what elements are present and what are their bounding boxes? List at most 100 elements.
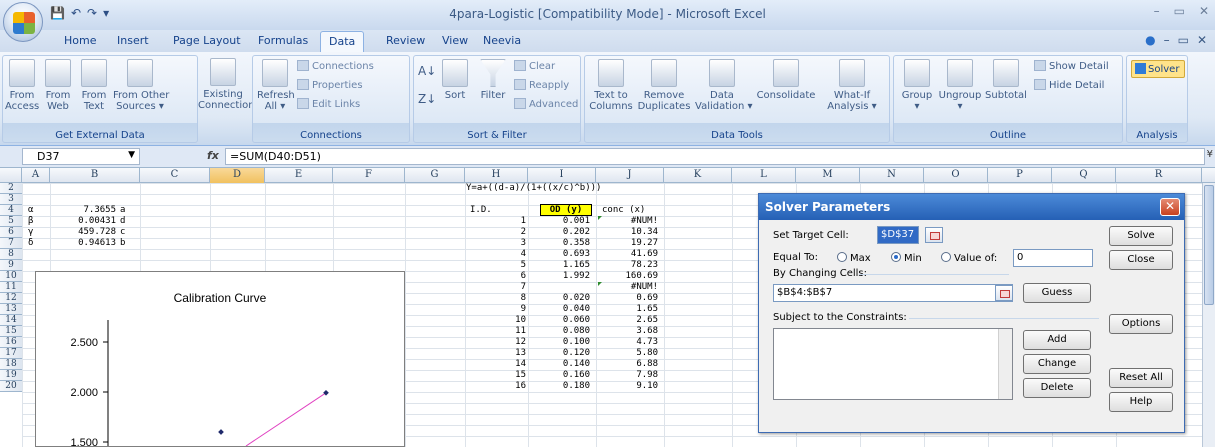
scrollbar-thumb[interactable] [1204,185,1214,305]
param-name-c[interactable]: c [120,227,125,238]
column-header-g[interactable]: G [405,168,465,183]
table-cell-id[interactable]: 1 [492,216,526,227]
solver-button[interactable]: Solver [1131,60,1185,78]
what-if-analysis-button[interactable]: What-If Analysis ▾ [821,59,883,112]
tab-formulas[interactable]: Formulas [258,34,308,47]
table-cell-id[interactable]: 6 [492,271,526,282]
table-cell-conc[interactable]: 78.23 [598,260,658,271]
text-to-columns-button[interactable]: Text to Columns [589,59,633,112]
column-header-d[interactable]: D [210,168,265,183]
table-cell-conc[interactable]: 0.69 [598,293,658,304]
restore-icon[interactable]: ▭ [1174,4,1185,18]
column-header-r[interactable]: R [1116,168,1202,183]
row-header[interactable]: 13 [0,304,22,315]
collapse-dialog-icon[interactable] [995,285,1013,301]
column-header-q[interactable]: Q [1052,168,1116,183]
row-header[interactable]: 11 [0,282,22,293]
column-header-e[interactable]: E [265,168,333,183]
max-radio[interactable]: Max [837,252,871,264]
table-cell-od[interactable]: 1.165 [542,260,590,271]
table-cell-id[interactable]: 9 [492,304,526,315]
subtotal-button[interactable]: Subtotal [984,59,1028,101]
advanced-button[interactable]: Advanced [514,98,578,110]
param-value-d[interactable]: 0.00431 [52,216,116,227]
collapse-dialog-icon[interactable] [925,227,943,243]
options-button[interactable]: Options [1109,314,1173,334]
header-conc-cell[interactable]: conc (x) [602,205,645,216]
table-cell-od[interactable]: 0.060 [542,315,590,326]
group-button[interactable]: Group ▾ [898,59,936,112]
existing-connections-button[interactable]: Existing Connections [198,58,260,111]
table-cell-od[interactable]: 0.160 [542,370,590,381]
table-cell-od[interactable]: 0.358 [542,238,590,249]
table-cell-conc[interactable]: 4.73 [598,337,658,348]
table-cell-conc[interactable]: #NUM! [598,282,658,293]
table-cell-conc[interactable]: 6.88 [598,359,658,370]
table-cell-conc[interactable]: 160.69 [598,271,658,282]
chevron-down-icon[interactable]: ▼ [128,150,135,160]
param-symbol-alpha[interactable]: α [28,205,33,216]
row-header[interactable]: 16 [0,337,22,348]
row-header[interactable]: 10 [0,271,22,282]
from-text-button[interactable]: From Text [77,59,111,112]
sort-az-icon[interactable]: A↓ [418,64,436,78]
column-header-n[interactable]: N [860,168,924,183]
show-detail-button[interactable]: Show Detail [1034,60,1109,72]
from-web-button[interactable]: From Web [41,59,75,112]
sort-za-icon[interactable]: Z↓ [418,92,436,106]
dialog-close-text-button[interactable]: Close [1109,250,1173,270]
formula-note-cell[interactable]: Y=a+((d-a)/(1+((x/c)^b))) [466,183,601,194]
table-cell-id[interactable]: 7 [492,282,526,293]
table-cell-conc[interactable]: 5.80 [598,348,658,359]
table-cell-id[interactable]: 8 [492,293,526,304]
clear-button[interactable]: Clear [514,60,555,72]
close-icon[interactable]: ✕ [1199,4,1209,18]
dialog-close-button[interactable]: ✕ [1160,198,1180,216]
value-of-radio[interactable]: Value of: [941,252,997,264]
row-header[interactable]: 2 [0,183,22,194]
ungroup-button[interactable]: Ungroup ▾ [938,59,982,112]
table-cell-id[interactable]: 4 [492,249,526,260]
param-value-a[interactable]: 7.3655 [52,205,116,216]
table-cell-id[interactable]: 3 [492,238,526,249]
table-cell-od[interactable]: 0.100 [542,337,590,348]
row-header[interactable]: 9 [0,260,22,271]
delete-button[interactable]: Delete [1023,378,1091,398]
constraints-scrollbar[interactable] [998,329,1012,399]
column-header-k[interactable]: K [664,168,732,183]
table-cell-od[interactable]: 0.020 [542,293,590,304]
row-header[interactable]: 4 [0,205,22,216]
table-cell-conc[interactable]: 1.65 [598,304,658,315]
column-header-o[interactable]: O [924,168,988,183]
table-cell-id[interactable]: 15 [492,370,526,381]
table-cell-id[interactable]: 12 [492,337,526,348]
set-target-cell-input[interactable]: $D$37 [877,226,919,244]
table-cell-od[interactable]: 0.040 [542,304,590,315]
row-header[interactable]: 8 [0,249,22,260]
connections-button[interactable]: Connections [297,60,374,72]
param-name-d[interactable]: d [120,216,125,227]
row-header[interactable]: 6 [0,227,22,238]
calibration-chart[interactable]: Calibration Curve 2.500 2.000 1.500 [35,271,405,447]
table-cell-od[interactable]: 1.992 [542,271,590,282]
row-header[interactable]: 19 [0,370,22,381]
add-button[interactable]: Add [1023,330,1091,350]
min-radio[interactable]: Min [891,252,922,264]
constraints-list[interactable] [773,328,1013,400]
value-of-input[interactable]: 0 [1013,249,1093,267]
consolidate-button[interactable]: Consolidate [755,59,817,101]
table-cell-id[interactable]: 11 [492,326,526,337]
table-cell-od[interactable]: 0.693 [542,249,590,260]
tab-insert[interactable]: Insert [117,34,149,47]
table-cell-conc[interactable]: 2.65 [598,315,658,326]
row-header[interactable]: 3 [0,194,22,205]
column-header-c[interactable]: C [140,168,210,183]
param-name-a[interactable]: a [120,205,125,216]
column-header-i[interactable]: I [528,168,596,183]
tab-review[interactable]: Review [386,34,425,47]
vertical-scrollbar[interactable] [1202,183,1215,447]
table-cell-conc[interactable]: 19.27 [598,238,658,249]
guess-button[interactable]: Guess [1023,283,1091,303]
minimize-workbook-icon[interactable]: – [1164,33,1170,47]
column-header-f[interactable]: F [333,168,405,183]
